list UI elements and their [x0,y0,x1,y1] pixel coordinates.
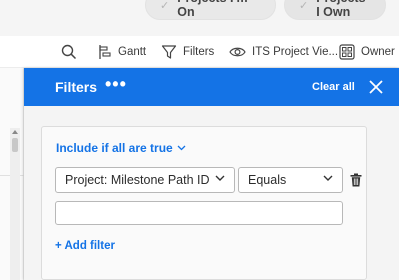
filters-panel: Filters ••• Clear all Include if all are… [24,68,399,280]
include-condition-label: Include if all are true [56,141,173,155]
owner-label: Owner [361,46,395,58]
gantt-label: Gantt [118,46,147,58]
add-filter-link[interactable]: + Add filter [55,240,115,252]
projects-im-on-tab[interactable]: ✓ Projects I'm On [145,0,276,20]
scrollbar-thumb[interactable] [12,138,18,152]
panel-title: Filters [55,79,98,95]
clear-all-button[interactable]: Clear all [312,81,355,93]
view-button[interactable]: ITS Project Vie... [229,36,338,68]
check-icon: ✓ [299,0,309,12]
include-condition-dropdown[interactable]: Include if all are true [56,141,186,155]
filters-panel-body: Include if all are true Project: Milesto… [24,106,399,280]
scrollbar[interactable] [10,128,20,280]
filters-label: Filters [183,46,215,58]
view-label: ITS Project Vie... [252,46,339,58]
filter-operator-select[interactable]: Equals [238,167,343,193]
filter-field-value: Project: Milestone Path ID [65,173,210,187]
more-icon[interactable]: ••• [105,74,127,95]
filter-value-input[interactable] [55,201,343,225]
owner-button[interactable]: Owner [339,36,395,68]
top-bar: ✓ Projects I'm On ✓ Projects I Own [0,0,399,36]
chevron-down-icon [323,175,333,181]
search-button[interactable] [61,36,77,68]
trash-icon[interactable] [350,173,362,187]
projects-im-on-label: Projects I'm On [177,0,247,19]
search-icon [61,44,77,60]
chevron-down-icon [177,145,186,151]
projects-i-own-label: Projects I Own [316,0,365,19]
grid-icon [339,44,355,60]
chevron-down-icon [215,175,225,181]
gantt-icon [99,45,111,59]
toolbar: Gantt Filters ITS Project Vie... Owner [0,36,399,68]
filters-panel-header: Filters ••• Clear all [24,68,399,106]
filter-group-card: Include if all are true Project: Milesto… [41,126,367,280]
check-icon: ✓ [160,0,170,12]
filters-button[interactable]: Filters [161,36,214,68]
eye-icon [229,47,246,57]
filter-field-select[interactable]: Project: Milestone Path ID [55,167,235,193]
scroll-up-arrow[interactable] [12,130,18,134]
gantt-button[interactable]: Gantt [98,36,146,68]
projects-i-own-tab[interactable]: ✓ Projects I Own [284,0,386,20]
filter-operator-value: Equals [248,173,287,187]
close-icon[interactable] [368,79,384,95]
filter-icon [161,45,177,59]
